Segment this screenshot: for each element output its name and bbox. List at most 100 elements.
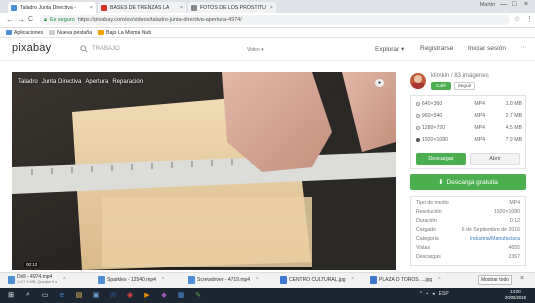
search-scope-select[interactable]: Video ▾ <box>247 47 264 53</box>
nav-explorar[interactable]: Explorar ▾ <box>375 45 404 53</box>
follow-button[interactable]: Seguir <box>454 82 475 90</box>
show-all-downloads-button[interactable]: Mostrar todo <box>478 275 512 285</box>
open-button[interactable]: Abrir <box>470 153 520 165</box>
option-resolution: 960×540 <box>421 112 443 119</box>
photos-icon[interactable]: ▦ <box>176 290 186 300</box>
chevron-down-icon[interactable]: ^ <box>256 277 258 283</box>
radio-button[interactable] <box>416 113 420 118</box>
option-resolution: 640×360 <box>421 100 443 107</box>
radio-button[interactable] <box>416 137 420 142</box>
coffee-button[interactable]: Café <box>431 82 451 90</box>
menu-icon[interactable]: ⋮ <box>526 15 533 23</box>
chevron-down-icon[interactable]: ^ <box>63 277 65 283</box>
store-icon[interactable]: ▣ <box>91 290 101 300</box>
search-input[interactable]: TRABAJO <box>92 46 120 52</box>
tag-link[interactable]: Taladro <box>18 79 38 85</box>
app-icon[interactable]: ◆ <box>159 290 169 300</box>
video-player[interactable] <box>12 72 396 270</box>
resolution-option[interactable]: 960×540 MP4 2.7 MB <box>416 110 522 121</box>
radio-button[interactable] <box>416 101 420 106</box>
close-tab-icon[interactable]: × <box>270 5 273 11</box>
media-icon[interactable]: ▶ <box>142 290 152 300</box>
file-icon <box>188 276 195 284</box>
url-text: https://pixabay.com/es/videos/taladro-ju… <box>77 17 242 23</box>
download-item[interactable]: Sparkles - 12540.mp4 ^ <box>98 275 164 285</box>
browser-tab[interactable]: BASES DE TRENZAS LA × <box>98 2 186 13</box>
option-size: 1.0 MB <box>505 100 522 107</box>
tag-link[interactable]: Junta Directiva <box>42 79 82 85</box>
download-item[interactable]: CENTRO CULTURAL.jpg ^ <box>280 275 354 285</box>
address-bar[interactable]: 🔒︎ Es seguro https://pixabay.com/es/vide… <box>40 15 510 25</box>
file-icon <box>98 276 105 284</box>
bookmark-label: Bajo La Misma Nub <box>106 29 152 36</box>
tab-title: BASES DE TRENZAS LA <box>110 4 170 11</box>
bookmark-label: Nueva pestaña <box>57 29 93 36</box>
pixabay-logo[interactable]: pixabay <box>12 42 51 54</box>
tag-link[interactable]: Apertura <box>85 79 108 85</box>
info-value: 0:12 <box>509 218 520 224</box>
browser-profile-name[interactable]: Martin <box>480 2 495 8</box>
system-tray[interactable]: ^ ▪ ◂ ESP <box>420 291 449 297</box>
resolution-option[interactable]: 640×360 MP4 1.0 MB <box>416 98 522 109</box>
close-tab-icon[interactable]: × <box>90 5 93 11</box>
close-downloads-icon[interactable]: × <box>520 275 524 282</box>
chevron-down-icon[interactable]: ^ <box>438 277 440 283</box>
minimize-button[interactable]: — <box>500 1 507 8</box>
tag-link[interactable]: Reparación <box>112 79 143 85</box>
bookmark-item[interactable]: Aplicaciones <box>6 30 43 36</box>
close-window-button[interactable]: × <box>524 1 528 8</box>
download-button[interactable]: Descargar <box>416 153 466 165</box>
chevron-up-icon[interactable]: ^ <box>420 291 422 297</box>
chrome-icon[interactable]: ◉ <box>125 290 135 300</box>
nav-registrarse[interactable]: Registrarse <box>420 45 453 52</box>
language-indicator[interactable]: ESP <box>439 291 449 297</box>
clock[interactable]: 14:00 20/05/2018 <box>505 289 526 300</box>
file-icon <box>370 276 377 284</box>
task-view-icon[interactable]: ▭ <box>40 290 50 300</box>
option-format: MP4 <box>474 112 486 119</box>
resolution-option[interactable]: 1920×1080 MP4 7.9 MB <box>416 134 522 145</box>
bookmark-star-icon[interactable]: ☆ <box>514 15 520 23</box>
paint-icon[interactable]: ✎ <box>193 290 203 300</box>
info-value: 2367 <box>508 254 520 260</box>
bookmark-item[interactable]: Bajo La Misma Nub <box>98 30 151 36</box>
chevron-down-icon[interactable]: ^ <box>352 277 354 283</box>
chevron-down-icon[interactable]: ^ <box>162 277 164 283</box>
bookmark-item[interactable]: Nueva pestaña <box>49 30 92 36</box>
share-icon[interactable]: ● <box>375 79 384 87</box>
search-icon[interactable]: ⌕ <box>23 290 33 300</box>
browser-tab[interactable]: Taladro Junta Directiva - × <box>8 2 96 13</box>
info-key: Duración <box>416 218 437 224</box>
author-name[interactable]: klimkin / 83 imágenes <box>431 73 489 79</box>
tab-favicon-icon <box>101 4 107 11</box>
download-item[interactable]: Drill - 4974.mp4 1.0/7.9 MB, Quedan 5 s ^ <box>8 275 65 285</box>
browser-tab[interactable]: FOTOS DE LOS PROSTITU × <box>188 2 276 13</box>
explorer-icon[interactable]: ▤ <box>74 290 84 300</box>
more-icon[interactable]: ··· <box>520 44 527 51</box>
network-icon[interactable]: ▪ <box>426 291 428 297</box>
word-icon[interactable]: W <box>108 290 118 300</box>
nav-login[interactable]: Iniciar sesión <box>468 45 506 52</box>
windows-start-icon[interactable]: ⊞ <box>6 290 16 300</box>
close-tab-icon[interactable]: × <box>180 5 183 11</box>
radio-button[interactable] <box>416 125 420 130</box>
option-resolution: 1280×720 <box>421 124 446 131</box>
edge-icon[interactable]: e <box>57 290 67 300</box>
forward-icon[interactable]: → <box>17 15 25 24</box>
info-row: Duración 0:12 <box>416 218 520 224</box>
avatar[interactable] <box>410 73 426 89</box>
free-download-button[interactable]: ⬇ Descarga gratuita <box>410 174 526 190</box>
option-format: MP4 <box>474 100 486 107</box>
maximize-button[interactable]: □ <box>512 1 516 8</box>
back-icon[interactable]: ← <box>6 15 14 24</box>
info-value[interactable]: Industria/Manufactura <box>470 236 520 242</box>
volume-icon[interactable]: ◂ <box>432 291 435 297</box>
download-item[interactable]: PLAZA D TOROS ....jpg ^ <box>370 275 441 285</box>
download-item[interactable]: Screwdriver - 4719.mp4 ^ <box>188 275 258 285</box>
reload-icon[interactable]: C <box>28 16 33 23</box>
search-icon[interactable] <box>80 45 88 53</box>
clock-date: 20/05/2018 <box>505 294 526 300</box>
info-row: Categoría Industria/Manufactura <box>416 236 520 242</box>
tab-favicon-icon <box>11 4 17 11</box>
resolution-option[interactable]: 1280×720 MP4 4.5 MB <box>416 122 522 133</box>
